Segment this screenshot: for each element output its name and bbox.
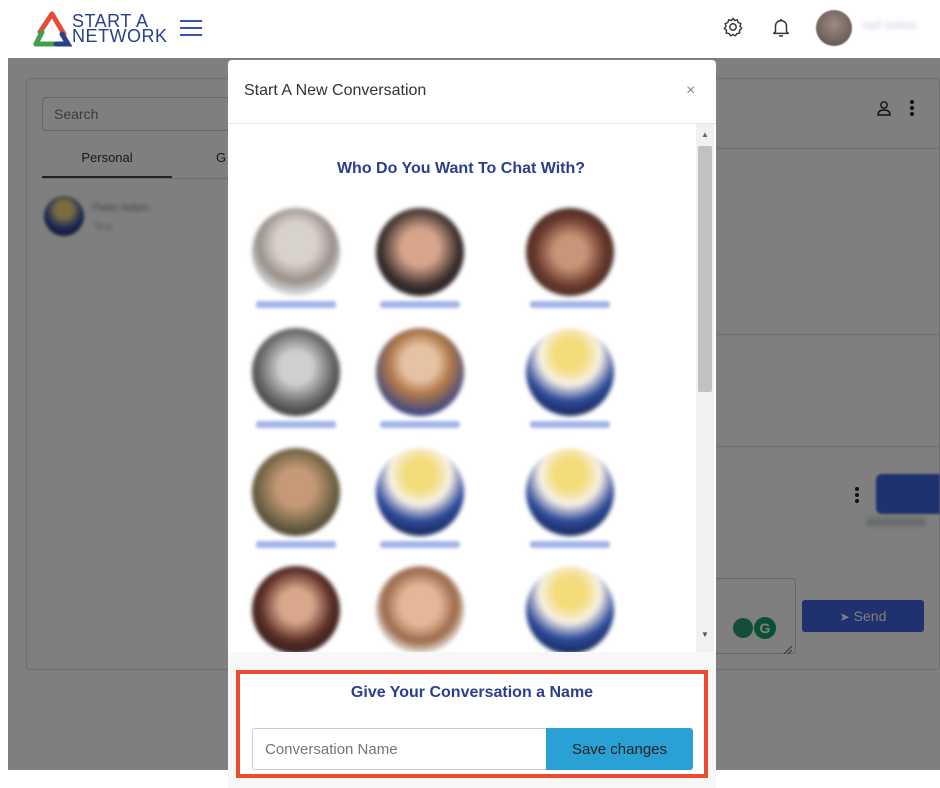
logo-line-2: NETWORK: [72, 26, 168, 46]
save-changes-button[interactable]: Save changes: [546, 728, 693, 770]
conversation-name-heading: Give Your Conversation a Name: [350, 684, 594, 701]
contact-avatar[interactable]: [526, 448, 614, 536]
contact-name[interactable]: [530, 301, 610, 308]
bell-icon[interactable]: [770, 16, 792, 38]
contact-avatar[interactable]: [526, 328, 614, 416]
gear-icon[interactable]: [722, 16, 744, 38]
contact-name[interactable]: [530, 421, 610, 428]
scroll-up-arrow-icon[interactable]: ▲: [696, 130, 714, 140]
avatar[interactable]: [816, 10, 852, 46]
contact-name[interactable]: [380, 301, 460, 308]
contact-name[interactable]: [380, 421, 460, 428]
contact-avatar[interactable]: [376, 566, 464, 654]
logo-mark-icon: [33, 11, 72, 47]
contact-avatar[interactable]: [252, 328, 340, 416]
contact-name[interactable]: [256, 541, 336, 548]
conversation-name-section: Give Your Conversation a Name Save chang…: [236, 670, 708, 778]
contact-avatar[interactable]: [526, 566, 614, 654]
modal-footer: Give Your Conversation a Name Save chang…: [228, 652, 716, 788]
people-heading: Who Do You Want To Chat With?: [336, 160, 586, 177]
contact-name[interactable]: [380, 541, 460, 548]
contact-card[interactable]: [236, 208, 356, 316]
modal-title: Start A New Conversation: [244, 82, 427, 99]
user-name[interactable]: Self Skilled: [862, 20, 916, 32]
contact-avatar[interactable]: [376, 328, 464, 416]
contact-card[interactable]: [236, 448, 356, 556]
contact-card[interactable]: [360, 448, 480, 556]
scroll-down-arrow-icon[interactable]: ▼: [696, 630, 714, 640]
contact-avatar[interactable]: [252, 566, 340, 654]
contact-avatar[interactable]: [376, 448, 464, 536]
contact-card[interactable]: [360, 208, 480, 316]
contact-avatar[interactable]: [526, 208, 614, 296]
modal-body[interactable]: Who Do You Want To Chat With?: [228, 124, 694, 712]
logo-text: START A NETWORK: [72, 12, 168, 46]
contact-card[interactable]: [510, 328, 630, 436]
scroll-thumb[interactable]: [698, 146, 712, 392]
conversation-name-input[interactable]: [252, 728, 548, 770]
top-header: START A NETWORK Self Skilled: [0, 0, 940, 58]
contact-name[interactable]: [256, 421, 336, 428]
logo[interactable]: START A NETWORK: [32, 10, 172, 50]
contact-card[interactable]: [236, 328, 356, 436]
contact-name[interactable]: [256, 301, 336, 308]
contact-avatar[interactable]: [376, 208, 464, 296]
modal-scrollbar[interactable]: ▲ ▼: [696, 124, 714, 652]
menu-icon[interactable]: [180, 20, 204, 38]
contact-card[interactable]: [360, 328, 480, 436]
contact-avatar[interactable]: [252, 448, 340, 536]
contact-card[interactable]: [510, 448, 630, 556]
contact-name[interactable]: [530, 541, 610, 548]
contact-card[interactable]: [510, 208, 630, 316]
contact-avatar[interactable]: [252, 208, 340, 296]
new-conversation-modal: Start A New Conversation × Who Do You Wa…: [228, 60, 716, 788]
close-icon[interactable]: ×: [686, 82, 695, 100]
